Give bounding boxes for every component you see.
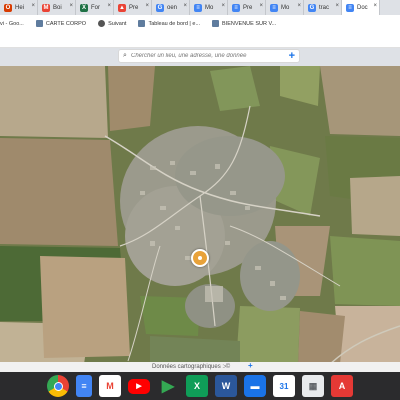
close-icon[interactable]: × — [107, 3, 111, 9]
bookmark-label: Tableau de bord | e... — [148, 20, 201, 27]
tab-label: Doc — [357, 4, 368, 11]
tab-label: Hei — [15, 4, 25, 11]
bookmark-1[interactable]: CARTE CORPO — [35, 20, 87, 27]
tab-9[interactable]: ≡ Doc × — [342, 0, 380, 15]
close-icon[interactable]: × — [259, 3, 263, 9]
tab-7[interactable]: ≡ Mo × — [266, 0, 304, 15]
bookmark-label: BIENVENUE SUR V... — [222, 20, 277, 27]
doc-icon: ≡ — [346, 3, 354, 12]
tab-label: Pre — [243, 4, 253, 11]
bookmark-0[interactable]: vi - Goo... — [0, 21, 24, 27]
tab-4[interactable]: Goen × — [152, 0, 190, 15]
bookmark-label: Suivant — [108, 20, 127, 27]
globe-icon — [98, 20, 106, 27]
chevron-right-icon[interactable]: › — [224, 364, 226, 370]
tab-label: Pre — [129, 4, 139, 11]
map-search-box: ⌕ + — [118, 49, 300, 63]
play-store-icon[interactable]: ▶ — [157, 375, 179, 397]
docs-icon[interactable]: ≡ — [76, 375, 92, 397]
google-icon: G — [308, 3, 316, 12]
location-marker[interactable] — [191, 249, 209, 267]
close-icon[interactable]: × — [297, 3, 301, 9]
calendar-icon[interactable]: 31 — [273, 375, 295, 397]
bookmark-3[interactable]: Tableau de bord | e... — [138, 20, 200, 27]
tab-8[interactable]: Gtrac × — [304, 0, 342, 15]
tab-6[interactable]: ≡ Pre × — [228, 0, 266, 15]
office-icon: O — [4, 3, 12, 12]
tab-label: Mo — [205, 4, 214, 11]
bookmark-4[interactable]: BIENVENUE SUR V... — [212, 20, 276, 27]
bookmark-label: vi - Goo... — [0, 20, 24, 27]
tab-0[interactable]: O Hei × — [0, 0, 38, 15]
doc-icon: ≡ — [232, 3, 240, 12]
expand-icon[interactable]: + — [248, 361, 253, 370]
map-attribution[interactable]: Données cartographiques : © — [152, 364, 230, 370]
tab-label: Boi — [53, 4, 62, 11]
tab-3[interactable]: ▲ Pre × — [114, 0, 152, 15]
bookmark-2[interactable]: Suivant — [98, 20, 126, 27]
google-icon: G — [156, 3, 164, 12]
bookmark-label: CARTE CORPO — [45, 20, 87, 27]
map-attribution-bar: Données cartographiques : © › + — [0, 361, 400, 372]
map-icon — [212, 20, 220, 27]
tab-2[interactable]: X For × — [76, 0, 114, 15]
close-icon[interactable]: × — [69, 3, 73, 9]
close-icon[interactable]: × — [335, 3, 339, 9]
map-icon — [35, 20, 43, 27]
tab-label: Mo — [281, 4, 290, 11]
gmail-icon[interactable]: M — [99, 375, 121, 397]
pdf-icon[interactable]: A — [331, 375, 353, 397]
tab-5[interactable]: ≡ Mo × — [190, 0, 228, 15]
close-icon[interactable]: × — [221, 3, 225, 9]
map-imagery — [0, 66, 400, 364]
tab-label: oen — [167, 4, 178, 11]
tab-1[interactable]: M Boi × — [38, 0, 76, 15]
os-shelf: ≡ M ▶ ▶ X W ▬ 31 ▦ A — [0, 372, 400, 400]
close-icon[interactable]: × — [183, 3, 187, 9]
word-icon[interactable]: W — [215, 375, 237, 397]
gmail-icon: M — [42, 3, 50, 12]
bookmarks-bar: vi - Goo... CARTE CORPO Suivant Tableau … — [0, 15, 400, 48]
files-icon[interactable]: ▬ — [244, 375, 266, 397]
add-icon[interactable]: + — [289, 50, 295, 63]
youtube-icon[interactable]: ▶ — [128, 378, 150, 394]
bookmarks-row: vi - Goo... CARTE CORPO Suivant Tableau … — [0, 15, 288, 32]
photos-icon: ▲ — [118, 3, 126, 12]
sheets-icon[interactable]: X — [186, 375, 208, 397]
search-input[interactable] — [131, 53, 281, 59]
close-icon[interactable]: × — [31, 3, 35, 9]
search-icon[interactable]: ⌕ — [119, 52, 131, 60]
tab-label: For — [91, 4, 100, 11]
doc-icon: ≡ — [194, 3, 202, 12]
close-icon[interactable]: × — [145, 3, 149, 9]
satellite-map[interactable] — [0, 66, 400, 364]
tab-label: trac — [319, 4, 330, 11]
close-icon[interactable]: × — [373, 3, 377, 9]
excel-icon: X — [80, 3, 88, 12]
doc-icon: ≡ — [270, 3, 278, 12]
map-icon — [138, 20, 146, 27]
chrome-icon[interactable] — [47, 375, 69, 397]
tab-strip: O Hei × M Boi × X For × ▲ Pre × Goen × ≡ Mo × ≡ Pre ×… — [0, 0, 400, 15]
calculator-icon[interactable]: ▦ — [302, 375, 324, 397]
